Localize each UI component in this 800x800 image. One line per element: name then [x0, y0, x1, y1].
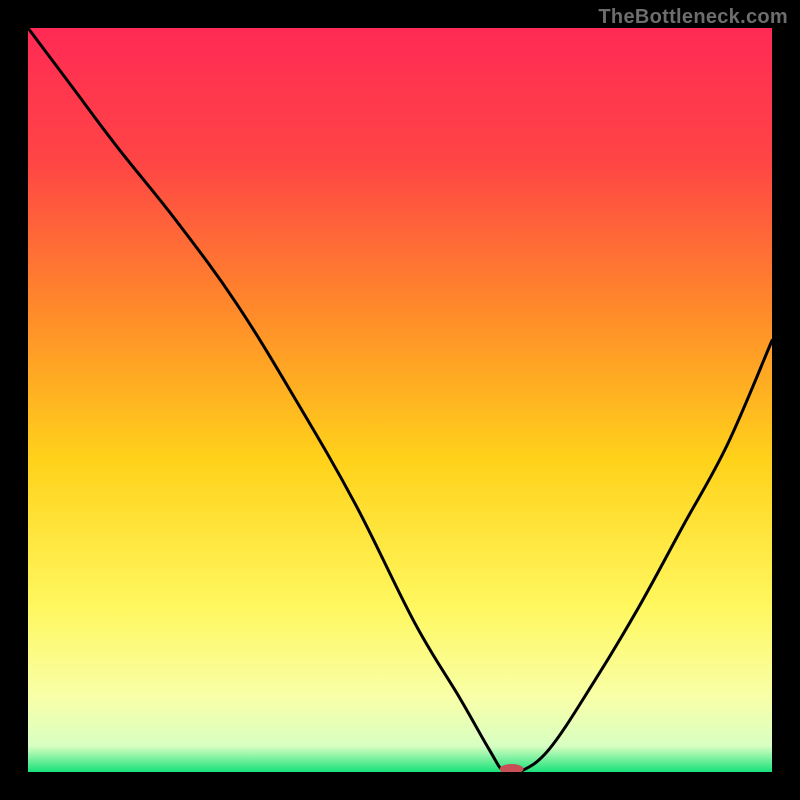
chart-svg [28, 28, 772, 772]
plot-area [28, 28, 772, 772]
watermark-label: TheBottleneck.com [598, 6, 788, 29]
gradient-background [28, 28, 772, 772]
chart-container: TheBottleneck.com [0, 0, 800, 800]
